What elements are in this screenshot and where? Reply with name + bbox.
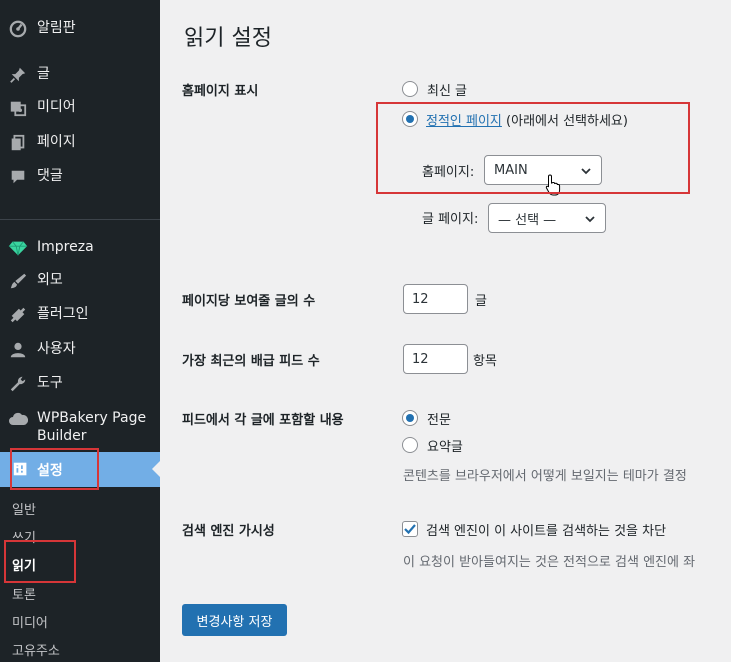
sidebar-item-label: 페이지	[37, 134, 76, 150]
chevron-down-icon	[581, 168, 591, 175]
submenu-item-writing[interactable]: 쓰기	[12, 527, 36, 546]
sidebar-item-wpbakery[interactable]: WPBakery Page Builder	[0, 409, 160, 445]
radio-latest-posts[interactable]	[402, 81, 418, 97]
static-page-link[interactable]: 정적인 페이지	[426, 114, 502, 129]
posts-page-select[interactable]: — 선택 —	[488, 203, 606, 233]
sidebar-item-label: 플러그인	[37, 306, 89, 322]
submenu-item-permalinks[interactable]: 고유주소	[12, 640, 60, 659]
sidebar-item-settings[interactable]: 설정	[0, 452, 160, 487]
wrench-icon	[8, 374, 28, 394]
feed-items-value: 12	[412, 351, 429, 367]
chevron-down-icon	[585, 216, 595, 223]
sidebar-item-label: Impreza	[37, 239, 94, 255]
media-icon	[8, 98, 28, 118]
sidebar-item-plugins[interactable]: 플러그인	[0, 305, 160, 325]
sidebar-item-label: 알림판	[37, 20, 76, 36]
cloud-icon	[8, 409, 28, 429]
admin-sidebar: 알림판 글 미디어 페이지 댓글 Impreza 외모 플러그인 사용자 도구 …	[0, 0, 160, 662]
submenu-item-discussion[interactable]: 토론	[12, 584, 36, 603]
feed-items-label: 가장 최근의 배급 피드 수	[182, 354, 320, 369]
page-icon	[8, 133, 28, 153]
pin-icon	[8, 65, 28, 85]
radio-latest-posts-label: 최신 글	[427, 84, 468, 99]
radio-feed-excerpt-label: 요약글	[427, 440, 463, 455]
posts-per-page-unit: 글	[475, 294, 487, 309]
feed-content-description: 콘텐츠를 브라우저에서 어떻게 보일지는 테마가 결정	[403, 469, 687, 484]
sidebar-item-comments[interactable]: 댓글	[0, 167, 160, 187]
sidebar-item-label: 글	[37, 66, 50, 82]
settings-icon	[12, 460, 32, 480]
sidebar-item-label: 도구	[37, 375, 63, 391]
feed-items-unit: 항목	[473, 354, 497, 369]
sidebar-item-label: WPBakery Page Builder	[37, 409, 146, 445]
sidebar-item-users[interactable]: 사용자	[0, 340, 160, 360]
homepage-display-label: 홈페이지 표시	[182, 84, 259, 99]
current-menu-arrow	[152, 461, 160, 477]
submenu-item-general[interactable]: 일반	[12, 499, 36, 518]
posts-per-page-input[interactable]: 12	[403, 284, 468, 314]
sidebar-item-label: 설정	[37, 463, 63, 479]
static-page-suffix: (아래에서 선택하세요)	[506, 114, 628, 129]
plugin-icon	[8, 305, 28, 325]
posts-per-page-value: 12	[412, 291, 429, 307]
sidebar-item-pages[interactable]: 페이지	[0, 133, 160, 153]
homepage-select-value: MAIN	[494, 162, 528, 178]
sidebar-item-tools[interactable]: 도구	[0, 374, 160, 394]
sidebar-item-label: 외모	[37, 272, 63, 288]
sidebar-item-appearance[interactable]: 외모	[0, 271, 160, 291]
sidebar-item-label-line1: WPBakery Page	[37, 410, 147, 426]
sidebar-item-dashboard[interactable]: 알림판	[0, 19, 160, 39]
comment-icon	[8, 167, 28, 187]
radio-feed-full[interactable]	[402, 410, 418, 426]
posts-per-page-label: 페이지당 보여줄 글의 수	[182, 294, 316, 309]
discourage-search-label: 검색 엔진이 이 사이트를 검색하는 것을 차단	[426, 524, 667, 539]
radio-static-page-label: 정적인 페이지 (아래에서 선택하세요)	[426, 110, 628, 129]
main-content: 읽기 설정 홈페이지 표시 최신 글 정적인 페이지 (아래에서 선택하세요) …	[160, 0, 731, 662]
discourage-search-checkbox[interactable]	[402, 521, 418, 537]
submenu-item-reading[interactable]: 읽기	[12, 555, 36, 574]
hand-cursor-icon	[545, 174, 561, 196]
user-icon	[8, 340, 28, 360]
homepage-select-label: 홈페이지:	[422, 165, 475, 180]
sidebar-item-media[interactable]: 미디어	[0, 98, 160, 118]
posts-page-select-label: 글 페이지:	[422, 212, 479, 227]
homepage-select[interactable]: MAIN	[484, 155, 602, 185]
posts-page-select-value: — 선택 —	[498, 212, 557, 228]
search-visibility-label: 검색 엔진 가시성	[182, 524, 275, 539]
diamond-icon	[8, 238, 28, 258]
sidebar-item-label: 댓글	[37, 168, 63, 184]
radio-feed-full-label: 전문	[427, 413, 451, 428]
checkmark-icon	[404, 524, 416, 535]
sidebar-item-label: 사용자	[37, 341, 76, 357]
sidebar-item-posts[interactable]: 글	[0, 65, 160, 85]
dashboard-icon	[8, 19, 28, 39]
feed-content-label: 피드에서 각 글에 포함할 내용	[182, 413, 344, 428]
page-title: 읽기 설정	[184, 26, 272, 51]
sidebar-item-label-line2: Builder	[37, 428, 87, 444]
search-visibility-description: 이 요청이 받아들여지는 것은 전적으로 검색 엔진에 좌	[403, 555, 696, 570]
save-changes-button[interactable]: 변경사항 저장	[182, 604, 287, 636]
sidebar-separator	[0, 219, 160, 220]
radio-static-page[interactable]	[402, 111, 418, 127]
submenu-item-media[interactable]: 미디어	[12, 612, 48, 631]
feed-items-input[interactable]: 12	[403, 344, 468, 374]
sidebar-item-label: 미디어	[37, 99, 76, 115]
brush-icon	[8, 271, 28, 291]
sidebar-item-impreza[interactable]: Impreza	[0, 238, 160, 258]
radio-feed-excerpt[interactable]	[402, 437, 418, 453]
